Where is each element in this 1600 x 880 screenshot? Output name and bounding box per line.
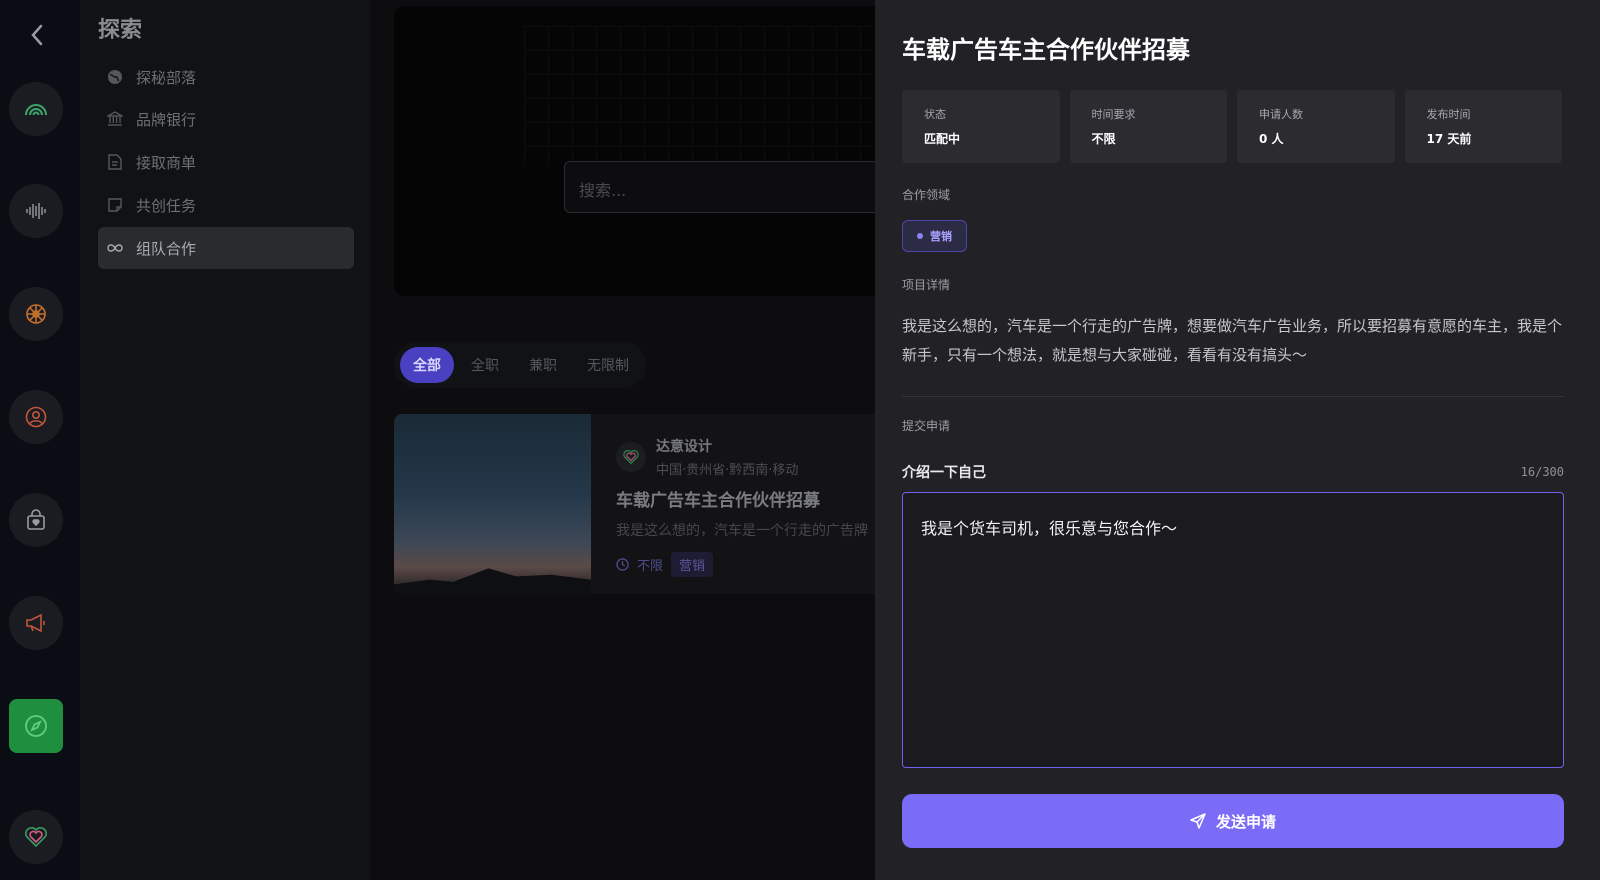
hero-grid-pattern [524,26,904,166]
heart-logo-icon [623,449,639,465]
send-application-button[interactable]: 发送申请 [902,794,1564,848]
org-location: 中国·贵州省·黔西南·移动 [656,463,799,478]
explore-sidebar: 探索 探秘部落 品牌银行 接取商单 共创任务 组队合作 [80,0,370,880]
rail-rainbow-button[interactable] [9,82,63,136]
back-button[interactable] [22,20,52,50]
submit-section-label: 提交申请 [902,419,951,433]
stat-value: 0 人 [1259,132,1284,146]
stat-value: 不限 [1091,132,1116,146]
document-icon [106,153,124,171]
send-icon [1190,813,1206,829]
intro-textarea[interactable]: 我是个货车司机，很乐意与您合作～ [902,492,1564,768]
card-description: 我是这么想的，汽车是一个行走的广告牌 [616,523,868,539]
panel-title: 车载广告车主合作伙伴招募 [902,36,1190,64]
card-org: 达意设计 中国·贵州省·黔西南·移动 [616,436,798,478]
infinity-icon [106,239,124,257]
card-tag: 营销 [671,552,714,577]
stat-label: 状态 [924,108,946,121]
org-logo [616,442,646,472]
stat-label: 发布时间 [1426,108,1471,121]
app-root: 探索 探秘部落 品牌银行 接取商单 共创任务 组队合作 搜索... 全部 全职 … [0,0,1600,880]
rail-bag-button[interactable] [9,493,63,547]
search-input[interactable]: 搜索... [564,161,914,213]
project-card[interactable]: 达意设计 中国·贵州省·黔西南·移动 车载广告车主合作伙伴招募 我是这么想的，汽… [394,414,894,594]
rail-audio-button[interactable] [9,184,63,238]
megaphone-icon [26,613,45,633]
rail-avatar-button[interactable] [9,810,63,864]
field-tag: 营销 [902,220,967,252]
mountain-silhouette [394,568,591,594]
filter-tab-unlimited[interactable]: 无限制 [574,347,642,383]
card-title: 车载广告车主合作伙伴招募 [616,491,820,511]
sidebar-item-label: 接取商单 [136,153,197,172]
stat-value: 匹配中 [924,132,961,146]
stat-status: 状态 匹配中 [902,90,1060,163]
stat-value: 17 天前 [1426,132,1472,146]
heart-logo-icon [25,827,47,848]
chevron-left-icon [31,24,43,46]
filter-tab-fulltime[interactable]: 全职 [458,347,512,383]
sidebar-item-team[interactable]: 组队合作 [98,227,354,269]
stat-label: 申请人数 [1259,108,1303,121]
sidebar-title: 探索 [98,18,143,43]
filter-tabs: 全部 全职 兼职 无限制 [394,342,646,388]
sidebar-item-label: 共创任务 [136,196,197,215]
sidebar-item-label: 组队合作 [136,239,197,258]
detail-panel: 车载广告车主合作伙伴招募 状态 匹配中 时间要求 不限 申请人数 0 人 发布时… [875,0,1600,880]
shopping-bag-icon [27,509,45,530]
card-time: 不限 [637,559,664,574]
char-counter: 16/300 [1520,465,1564,479]
detail-section-label: 项目详情 [902,278,951,292]
card-thumbnail [394,414,591,594]
org-name: 达意设计 [656,439,712,455]
main-content: 搜索... 全部 全职 兼职 无限制 达意设计 中国·贵州省·黔西南·移动 车载… [370,0,914,880]
sidebar-item-label: 探秘部落 [136,68,197,87]
rail-profile-button[interactable] [9,390,63,444]
bank-icon [106,110,124,128]
rail-flower-button[interactable] [9,287,63,341]
filter-tab-all[interactable]: 全部 [400,347,454,383]
field-section-label: 合作领域 [902,188,951,202]
sidebar-item-orders[interactable]: 接取商单 [98,141,354,183]
user-circle-icon [25,406,47,428]
rail-megaphone-button[interactable] [9,596,63,650]
stat-applicants: 申请人数 0 人 [1237,90,1395,163]
stat-published: 发布时间 17 天前 [1404,90,1562,163]
stats-grid: 状态 匹配中 时间要求 不限 申请人数 0 人 发布时间 17 天前 [902,90,1562,163]
sticky-note-icon [106,196,124,214]
clock-icon [616,558,629,571]
sidebar-item-label: 品牌银行 [136,110,197,129]
tag-dot [917,233,923,239]
project-detail-text: 我是这么想的，汽车是一个行走的广告牌，想要做汽车广告业务，所以要招募有意愿的车主… [902,317,1563,364]
filter-tab-parttime[interactable]: 兼职 [516,347,570,383]
rainbow-icon [25,104,47,116]
sidebar-item-cocreate[interactable]: 共创任务 [98,184,354,226]
sidebar-item-brand-bank[interactable]: 品牌银行 [98,98,354,140]
field-tag-label: 营销 [930,230,952,243]
stat-time-requirement: 时间要求 不限 [1069,90,1227,163]
compass-icon [25,715,47,737]
sidebar-item-tribe[interactable]: 探秘部落 [98,56,354,98]
intro-field-label: 介绍一下自己 [902,465,986,481]
section-divider [902,396,1564,397]
globe-icon [106,68,124,86]
card-meta: 不限 营销 [616,552,714,577]
icon-rail [0,0,80,880]
flower-icon [26,304,46,324]
stat-label: 时间要求 [1091,108,1136,121]
rail-explore-button[interactable] [9,699,63,753]
hero-banner: 搜索... [394,6,914,296]
send-button-label: 发送申请 [1215,812,1276,831]
waveform-icon [26,203,46,219]
